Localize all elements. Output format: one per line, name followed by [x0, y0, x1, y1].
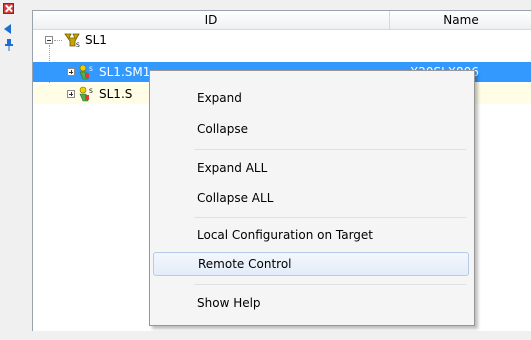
- tree-row-root[interactable]: S SL1: [33, 30, 531, 50]
- expand-toggle-icon[interactable]: [67, 90, 75, 98]
- collapse-toggle-icon[interactable]: [45, 36, 53, 44]
- svg-text:S: S: [89, 88, 93, 95]
- column-header: ID Name: [33, 11, 531, 30]
- tree-row-id: SL1.SM1: [99, 65, 151, 79]
- svg-text:S: S: [89, 66, 93, 73]
- column-header-id[interactable]: ID: [33, 11, 390, 29]
- menu-item-expand[interactable]: Expand: [153, 86, 469, 110]
- menu-item-expand-all[interactable]: Expand ALL: [153, 156, 469, 180]
- menu-item-collapse[interactable]: Collapse: [153, 117, 469, 141]
- menu-item-remote-control[interactable]: Remote Control: [153, 252, 469, 276]
- menu-separator: [194, 284, 466, 285]
- tree-row-id: SL1.S: [99, 87, 133, 101]
- side-toolbar: [0, 0, 18, 340]
- column-header-name[interactable]: Name: [390, 11, 531, 29]
- tree-root-label: SL1: [85, 33, 107, 47]
- tree-connector: [54, 40, 62, 41]
- safety-module-icon: S: [79, 86, 93, 102]
- collapse-left-icon[interactable]: [4, 24, 11, 34]
- menu-separator: [194, 217, 466, 218]
- menu-item-local-configuration[interactable]: Local Configuration on Target: [153, 223, 469, 247]
- expand-toggle-icon[interactable]: [67, 68, 75, 76]
- context-menu: Expand Collapse Expand ALL Collapse ALL …: [149, 70, 475, 326]
- safety-module-icon: S: [79, 64, 93, 80]
- menu-item-collapse-all[interactable]: Collapse ALL: [153, 186, 469, 210]
- svg-text:S: S: [76, 42, 80, 48]
- pin-icon[interactable]: [4, 39, 14, 51]
- close-icon[interactable]: [3, 3, 14, 14]
- menu-item-show-help[interactable]: Show Help: [153, 291, 469, 315]
- menu-separator: [194, 149, 466, 150]
- safety-logic-icon: S: [64, 33, 80, 48]
